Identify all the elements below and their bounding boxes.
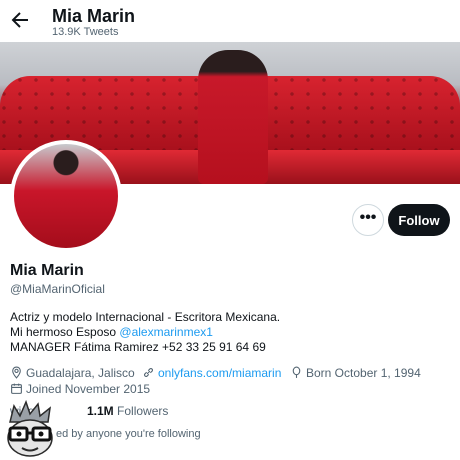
page-title: Mia Marin xyxy=(52,6,136,26)
profile-bio: Actriz y modelo Internacional - Escritor… xyxy=(10,310,280,355)
birthday-text: Born October 1, 1994 xyxy=(306,366,421,380)
followers-label: Followers xyxy=(117,404,169,418)
website-link[interactable]: onlyfans.com/miamarin xyxy=(158,366,281,380)
bio-line-1: Actriz y modelo Internacional - Escritor… xyxy=(10,310,281,324)
top-bar: Mia Marin 13.9K Tweets xyxy=(0,0,460,42)
bio-line-2: Mi hermoso Esposo @alexmarinmex1 xyxy=(10,325,280,340)
joined-text: Joined November 2015 xyxy=(26,382,151,396)
followed-by-text: ed by anyone you're following xyxy=(56,428,201,440)
spouse-mention-link[interactable]: @alexmarinmex1 xyxy=(119,325,213,339)
location-pin-icon xyxy=(12,366,21,379)
bio-line-2-text: Mi hermoso Esposo xyxy=(10,325,120,339)
arrow-left-icon[interactable] xyxy=(8,8,32,32)
nerd-mascot-watermark xyxy=(7,400,53,457)
profile-joined: Joined November 2015 xyxy=(10,382,150,396)
profile-handle: @MiaMarinOficial xyxy=(10,282,105,296)
profile-name: Mia Marin xyxy=(10,262,84,279)
followers-stat[interactable]: 1.1M Followers xyxy=(87,404,168,418)
location-text: Guadalajara, Jalisco xyxy=(26,366,135,380)
calendar-icon xyxy=(11,383,22,394)
more-options-button[interactable]: ••• xyxy=(352,204,384,236)
follow-button[interactable]: Follow xyxy=(388,204,450,236)
banner-figure xyxy=(198,50,268,184)
profile-location: Guadalajara, Jalisco xyxy=(10,366,135,380)
profile-birthday: Born October 1, 1994 xyxy=(290,366,421,380)
avatar[interactable] xyxy=(10,140,122,252)
profile-website[interactable]: onlyfans.com/miamarin xyxy=(142,366,281,380)
link-icon xyxy=(144,368,153,377)
balloon-icon xyxy=(292,366,301,378)
bio-line-3: MANAGER Fátima Ramirez +52 33 25 91 64 6… xyxy=(10,340,266,354)
followers-count: 1.1M xyxy=(87,404,114,418)
tweet-count: 13.9K Tweets xyxy=(52,26,119,38)
